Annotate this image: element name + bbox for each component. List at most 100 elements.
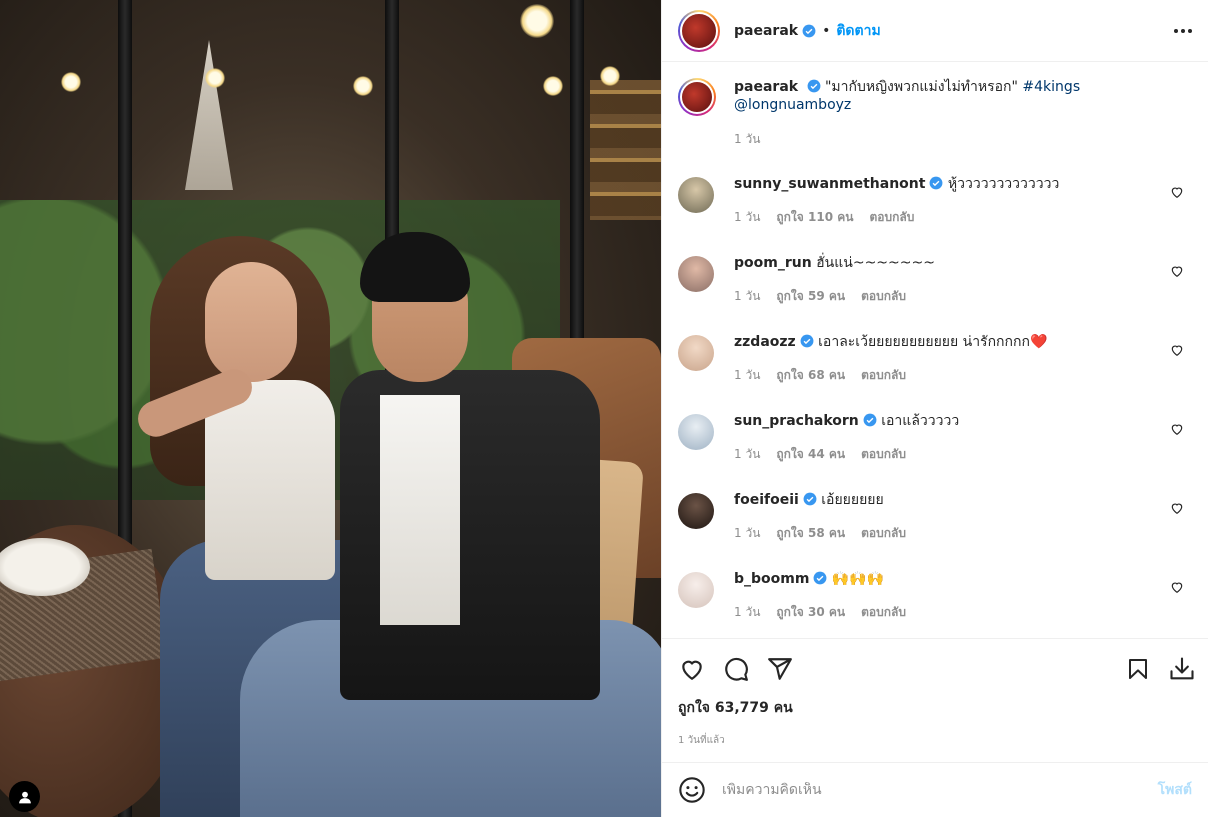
reply-button[interactable]: ตอบกลับ — [861, 366, 906, 385]
verified-icon — [802, 24, 816, 37]
commenter-avatar[interactable] — [678, 335, 714, 371]
commenter-avatar[interactable] — [678, 256, 714, 292]
author-username[interactable]: paearak — [734, 23, 798, 39]
comment-time[interactable]: 1 วัน — [734, 603, 760, 622]
verified-icon — [800, 334, 814, 348]
verified-icon — [814, 571, 827, 585]
lamp — [543, 76, 563, 96]
comment-time[interactable]: 1 วัน — [734, 287, 760, 306]
verified-icon — [807, 79, 820, 93]
commenter-username[interactable]: zzdaozz — [734, 334, 796, 350]
comment-time[interactable]: 1 วัน — [734, 445, 760, 464]
comment-likes[interactable]: ถูกใจ 30 คน — [776, 603, 845, 622]
person-face — [205, 262, 297, 382]
follow-button[interactable]: ติดตาม — [836, 20, 880, 42]
comment-likes[interactable]: ถูกใจ 68 คน — [776, 366, 845, 385]
comment-icon — [725, 657, 748, 681]
download-button[interactable] — [1168, 655, 1196, 683]
comments-list[interactable]: paearak "มากับหญิงพวกแม่งไม่ทำหรอก" #4ki… — [662, 62, 1208, 638]
lamp — [205, 68, 225, 88]
post-timestamp[interactable]: 1 วันที่แล้ว — [678, 733, 1196, 748]
emoji-icon[interactable] — [678, 776, 706, 804]
heart-icon[interactable] — [1170, 422, 1184, 436]
caption: paearak "มากับหญิงพวกแม่งไม่ทำหรอก" #4ki… — [678, 78, 1192, 149]
comment-item: sun_prachakorn เอาแล้ววววว 1 วัน ถูกใจ 44… — [678, 412, 1192, 491]
bar-shelf — [590, 80, 661, 220]
verified-icon — [863, 413, 877, 427]
verified-icon — [803, 492, 817, 506]
comment-button[interactable] — [722, 655, 750, 683]
reply-button[interactable]: ตอบกลับ — [861, 524, 906, 543]
reply-button[interactable]: ตอบกลับ — [861, 445, 906, 464]
post-actions: ถูกใจ 63,779 คน 1 วันที่แล้ว — [662, 638, 1208, 762]
reply-button[interactable]: ตอบกลับ — [861, 287, 906, 306]
commenter-username[interactable]: sun_prachakorn — [734, 413, 859, 429]
lamp — [61, 72, 81, 92]
person-tshirt — [380, 395, 460, 625]
lamp — [520, 4, 554, 38]
person-shirt — [340, 370, 600, 700]
comment-likes[interactable]: ถูกใจ 59 คน — [776, 287, 845, 306]
post-panel: paearak • ติดตาม paearak "มากับหญิงพวกแม… — [661, 0, 1208, 817]
commenter-username[interactable]: sunny_suwanmethanont — [734, 176, 925, 192]
commenter-username[interactable]: b_boomm — [734, 571, 809, 587]
caption-username[interactable]: paearak — [734, 79, 798, 95]
heart-icon[interactable] — [1170, 185, 1184, 199]
separator-dot: • — [822, 22, 831, 39]
heart-icon — [682, 660, 702, 681]
comment-likes[interactable]: ถูกใจ 58 คน — [776, 524, 845, 543]
comment-time[interactable]: 1 วัน — [734, 208, 760, 227]
commenter-avatar[interactable] — [678, 414, 714, 450]
comment-text: 🙌🙌🙌 — [831, 571, 885, 587]
save-button[interactable] — [1124, 655, 1152, 683]
comment-item: b_boomm 🙌🙌🙌 1 วัน ถูกใจ 30 คน ตอบกลับ — [678, 570, 1192, 638]
share-button[interactable] — [766, 655, 794, 683]
comment-text: เอาแล้ววววว — [881, 413, 960, 429]
lamp — [600, 66, 620, 86]
heart-icon[interactable] — [1170, 501, 1184, 515]
comment-time[interactable]: 1 วัน — [734, 366, 760, 385]
hashtag-link[interactable]: #4kings — [1022, 79, 1080, 95]
comment-item: zzdaozz เอาละเว้ยยยยยยยยยยย น่ารักกกกก❤️… — [678, 333, 1192, 412]
reply-button[interactable]: ตอบกลับ — [869, 208, 914, 227]
user-tag-button[interactable] — [9, 781, 40, 812]
comment-box: โพสต์ — [662, 762, 1208, 817]
heart-icon[interactable] — [1170, 343, 1184, 357]
author-avatar[interactable] — [678, 9, 720, 52]
commenter-username[interactable]: poom_run — [734, 255, 812, 271]
commenter-username[interactable]: foeifoeii — [734, 492, 799, 508]
mention-link[interactable]: @longnuamboyz — [734, 97, 851, 113]
user-tag-icon — [18, 791, 31, 803]
reply-button[interactable]: ตอบกลับ — [861, 603, 906, 622]
comment-text: เอ้ยยยยยย — [821, 492, 884, 508]
umbrella — [185, 40, 233, 190]
caption-avatar[interactable] — [678, 78, 716, 116]
more-options-icon[interactable] — [1174, 28, 1192, 33]
comment-item: poom_run ฮั่นแน่~~~~~~~ 1 วัน ถูกใจ 59 คน… — [678, 254, 1192, 333]
share-icon — [768, 658, 792, 680]
commenter-avatar[interactable] — [678, 177, 714, 213]
comment-likes[interactable]: ถูกใจ 110 คน — [776, 208, 853, 227]
comment-input[interactable] — [722, 782, 1158, 798]
comment-text: เอาละเว้ยยยยยยยยยยย น่ารักกกกก❤️ — [818, 334, 1048, 350]
comment-text: หู้ววววววววววววว — [947, 176, 1060, 192]
bookmark-icon — [1129, 659, 1147, 679]
comment-time[interactable]: 1 วัน — [734, 524, 760, 543]
heart-icon[interactable] — [1170, 264, 1184, 278]
download-icon — [1170, 657, 1194, 680]
lamp — [353, 76, 373, 96]
caption-time[interactable]: 1 วัน — [734, 130, 760, 149]
commenter-avatar[interactable] — [678, 493, 714, 529]
commenter-avatar[interactable] — [678, 572, 714, 608]
comment-item: foeifoeii เอ้ยยยยยย 1 วัน ถูกใจ 58 คน ตอบก… — [678, 491, 1192, 570]
post-header: paearak • ติดตาม — [662, 0, 1208, 62]
post-photo[interactable] — [0, 0, 661, 817]
like-button[interactable] — [678, 655, 706, 683]
heart-icon[interactable] — [1170, 580, 1184, 594]
comment-likes[interactable]: ถูกใจ 44 คน — [776, 445, 845, 464]
comment-item: sunny_suwanmethanont หู้ววววววววววววว 1 … — [678, 175, 1192, 254]
caption-text: "มากับหญิงพวกแม่งไม่ทำหรอก" — [824, 79, 1018, 95]
likes-count[interactable]: ถูกใจ 63,779 คน — [678, 697, 1196, 719]
post-comment-button[interactable]: โพสต์ — [1158, 779, 1192, 801]
verified-icon — [930, 176, 943, 190]
